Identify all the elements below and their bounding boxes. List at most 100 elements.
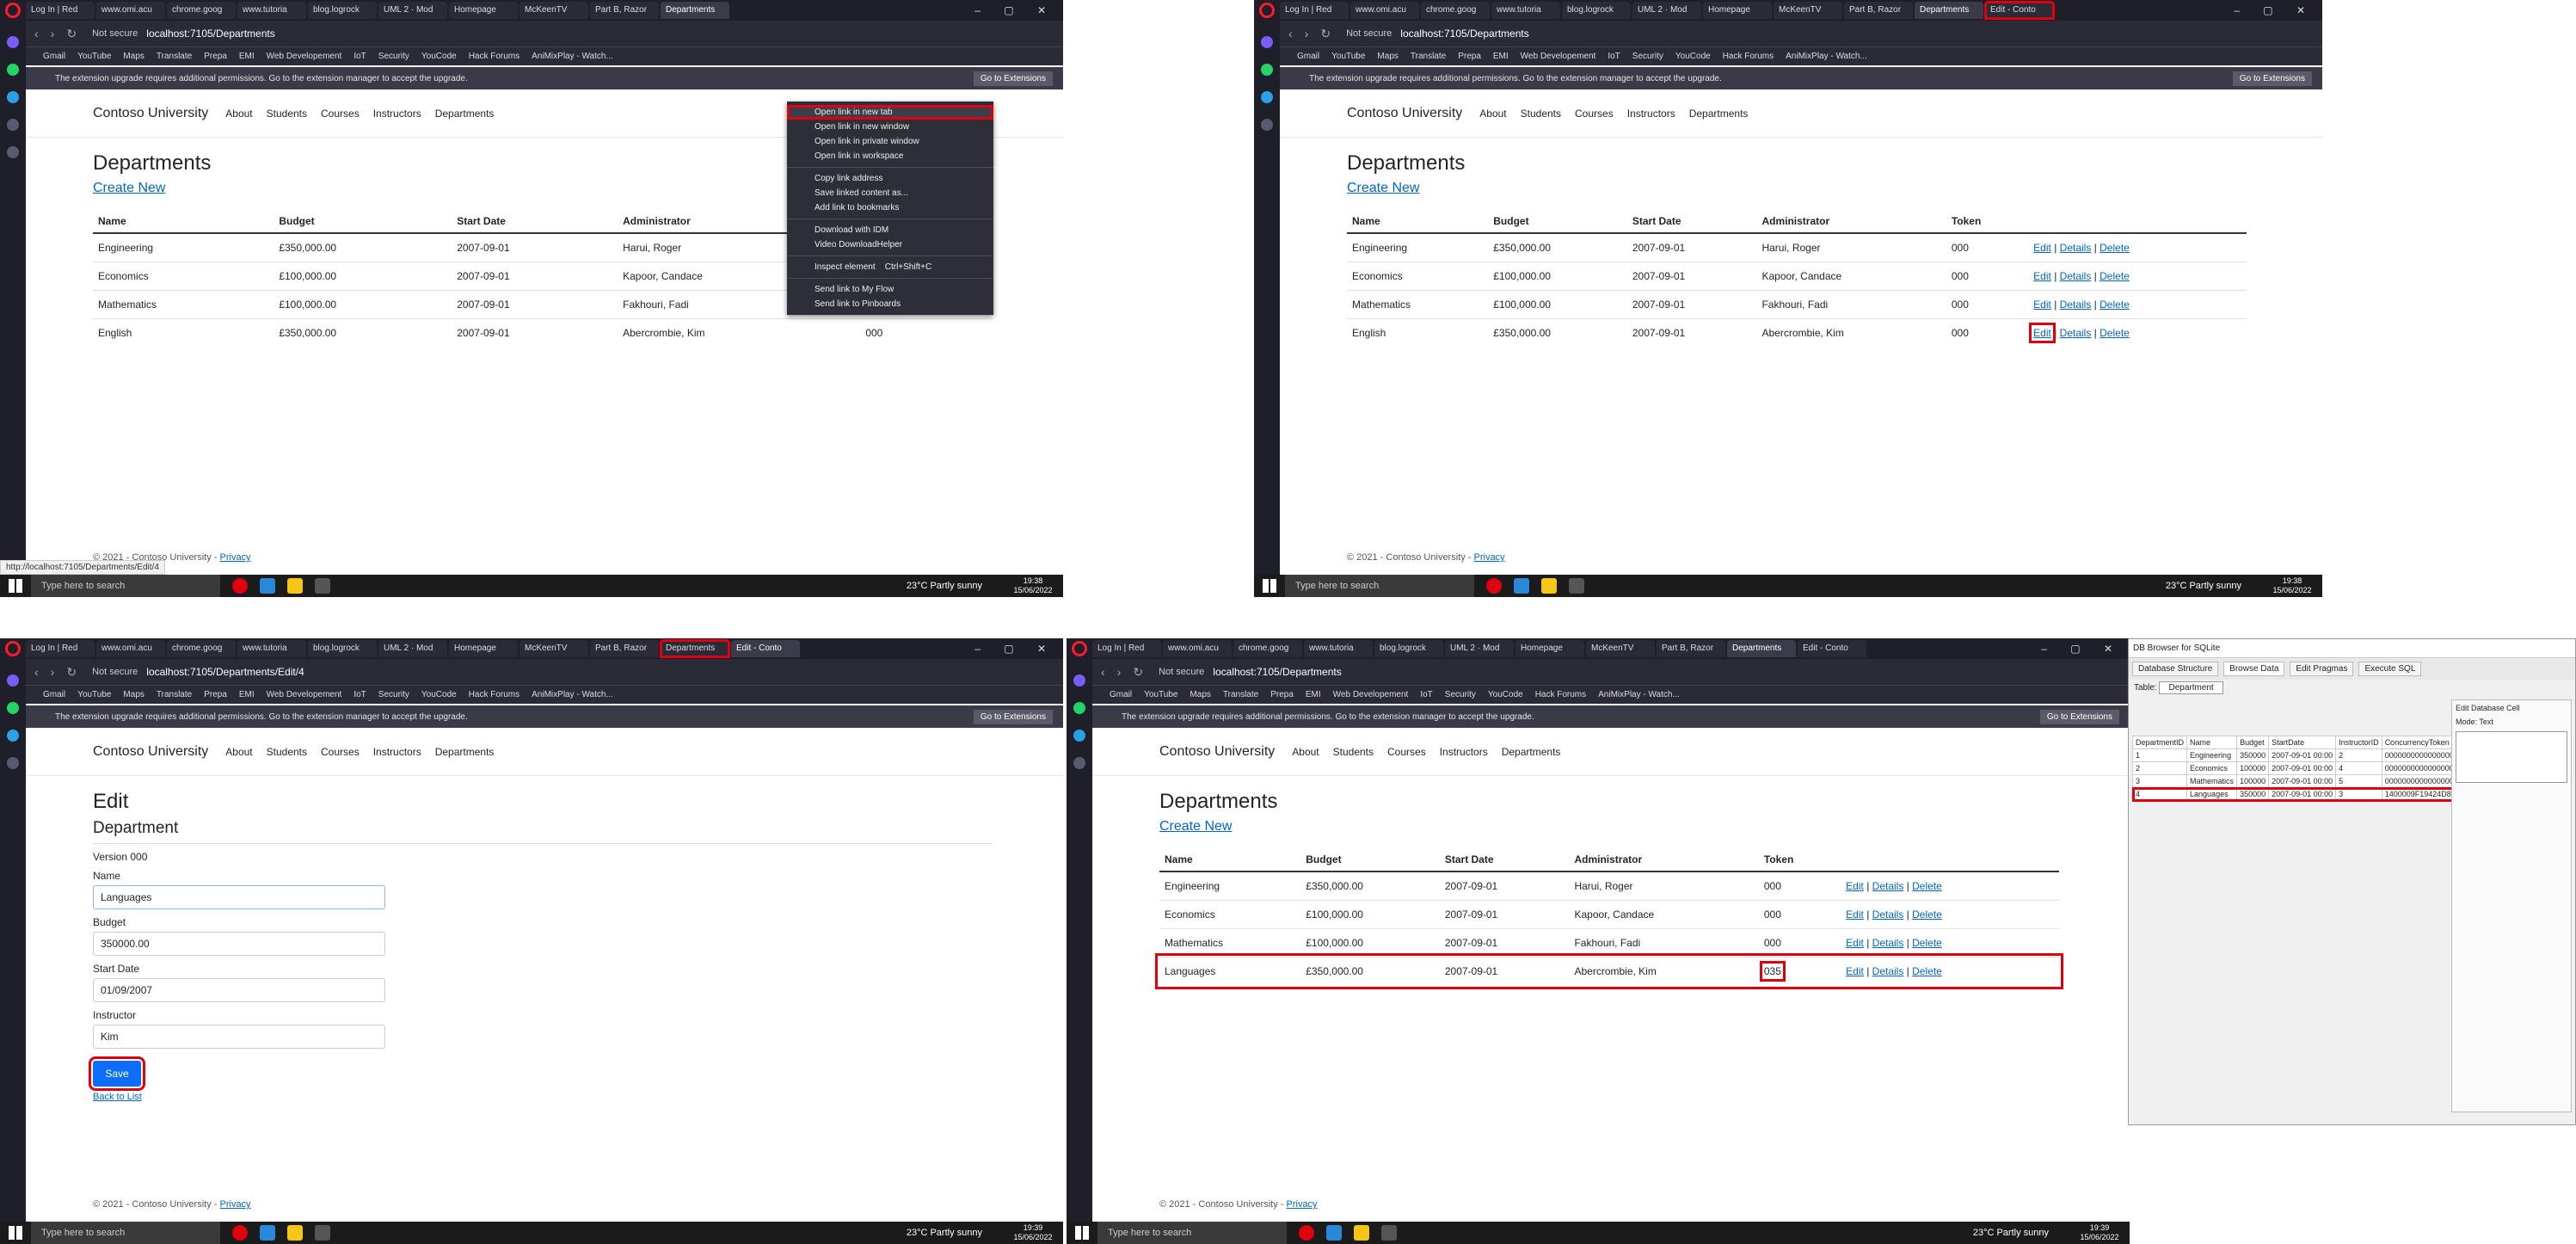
menu-download-idm[interactable]: Download with IDM [787,223,993,237]
bookmark-item[interactable]: Gmail [1110,690,1132,699]
menu-open-new-tab[interactable]: Open link in new tab [787,105,993,120]
address-bar[interactable]: ‹ › ↻ Not secure localhost:7105/Departme… [26,659,1063,685]
site-brand[interactable]: Contoso University [1347,106,1462,121]
nav-departments[interactable]: Departments [435,108,495,120]
taskbar-search[interactable]: Type here to search [31,1222,220,1244]
browser-tab[interactable]: www.omi.acu [1350,2,1419,19]
explorer-taskbar-icon[interactable] [287,1225,303,1241]
db-col[interactable]: Name [2186,736,2238,749]
menu-add-bookmark[interactable]: Add link to bookmarks [787,200,993,215]
bookmark-item[interactable]: AniMixPlay - Watch... [1786,52,1867,61]
details-link[interactable]: Details [1872,880,1904,892]
vscode-taskbar-icon[interactable] [1326,1225,1342,1241]
nav-students[interactable]: Students [267,108,307,120]
bookmark-item[interactable]: EMI [1306,690,1321,699]
nav-students[interactable]: Students [1521,108,1561,120]
browser-tab-edit[interactable]: Edit - Conto [1984,1,2055,20]
taskbar-search[interactable]: Type here to search [1097,1222,1287,1244]
bookmark-item[interactable]: EMI [239,690,255,699]
browser-tab[interactable]: www.tutoria [237,640,306,657]
bookmark-item[interactable]: Translate [1411,52,1446,61]
back-icon[interactable]: ‹ [1288,27,1293,40]
bookmark-item[interactable]: AniMixPlay - Watch... [532,52,613,61]
menu-send-flow[interactable]: Send link to My Flow [787,282,993,297]
opera-logo-icon[interactable] [1072,641,1087,656]
privacy-link[interactable]: Privacy [220,1199,251,1210]
browser-tab[interactable]: blog.logrock [1374,640,1443,657]
menu-open-workspace[interactable]: Open link in workspace [787,149,993,163]
nav-courses[interactable]: Courses [1387,746,1426,758]
delete-link[interactable]: Delete [1912,965,1942,977]
db-cell[interactable]: 2 [2335,748,2382,762]
browser-tab[interactable]: Homepage [449,640,518,657]
back-to-list-link[interactable]: Back to List [93,1092,142,1102]
site-brand[interactable]: Contoso University [93,106,208,121]
bookmark-item[interactable]: Hack Forums [1535,690,1586,699]
forward-icon[interactable]: › [51,27,55,40]
bookmark-item[interactable]: Maps [1377,52,1398,61]
nav-instructors[interactable]: Instructors [1440,746,1488,758]
browser-tab[interactable]: UML 2 · Mod [1632,2,1701,19]
tab-execute-sql[interactable]: Execute SQL [2358,662,2422,676]
db-cell[interactable]: 2007-09-01 00:00 [2268,787,2337,801]
edit-link[interactable]: Edit [2033,299,2051,311]
db-row-selected[interactable]: 4 Languages 350000 2007-09-01 00:00 3 1400009… [2131,786,2480,802]
nav-courses[interactable]: Courses [321,746,360,758]
url-text[interactable]: localhost:7105/Departments/Edit/4 [146,666,304,678]
instructor-select[interactable]: Kim [93,1025,385,1049]
bookmark-item[interactable]: IoT [1420,690,1432,699]
edit-link[interactable]: Edit [2033,270,2051,282]
app-taskbar-icon[interactable] [1569,578,1584,594]
opera-logo-icon[interactable] [5,3,21,18]
whatsapp-icon[interactable] [1073,702,1085,714]
bookmark-item[interactable]: Maps [123,690,144,699]
db-cell[interactable]: 2007-09-01 00:00 [2268,761,2337,775]
vscode-taskbar-icon[interactable] [260,578,275,594]
app-taskbar-icon[interactable] [315,1225,330,1241]
details-link[interactable]: Details [2060,299,2092,311]
browser-tab[interactable]: www.tutoria [1491,2,1560,19]
messenger-icon[interactable] [1073,674,1085,687]
cell-editor[interactable] [2456,731,2567,783]
db-col[interactable]: Budget [2236,736,2270,749]
whatsapp-icon[interactable] [7,64,19,76]
delete-link[interactable]: Delete [2100,242,2130,254]
nav-courses[interactable]: Courses [1575,108,1614,120]
browser-tab[interactable]: Homepage [1703,2,1772,19]
privacy-link[interactable]: Privacy [220,552,251,563]
details-link[interactable]: Details [1872,937,1904,949]
privacy-link[interactable]: Privacy [1287,1199,1318,1210]
bookmark-item[interactable]: IoT [354,52,366,61]
nav-departments[interactable]: Departments [1689,108,1749,120]
browser-tab[interactable]: www.omi.acu [96,640,165,657]
browser-tab[interactable]: www.tutoria [1304,640,1373,657]
browser-tab[interactable]: Log In | Red [26,640,95,657]
app-taskbar-icon[interactable] [1381,1225,1397,1241]
explorer-taskbar-icon[interactable] [287,578,303,594]
bookmark-item[interactable]: Translate [1223,690,1258,699]
weather-widget[interactable]: 23°C Partly sunny [907,1228,982,1238]
url-text[interactable]: localhost:7105/Departments [1213,666,1341,678]
bookmark-item[interactable]: Prepa [204,690,227,699]
bookmark-item[interactable]: Hack Forums [1723,52,1774,61]
bookmark-item[interactable]: IoT [354,690,366,699]
db-row[interactable]: 3 Mathematics 100000 2007-09-01 00:00 5 00000… [2131,774,2479,788]
db-row[interactable]: 2 Economics 100000 2007-09-01 00:00 4 0000000… [2131,761,2479,775]
browser-tab[interactable]: www.omi.acu [96,2,165,19]
edit-link-highlighted[interactable]: Edit [2029,323,2056,343]
nav-about[interactable]: About [225,108,252,120]
menu-inspect[interactable]: Inspect element Ctrl+Shift+C [787,260,993,274]
db-cell[interactable]: 1 [2131,748,2188,762]
menu-open-new-window[interactable]: Open link in new window [787,120,993,134]
browser-tab[interactable]: UML 2 · Mod [1445,640,1514,657]
address-bar[interactable]: ‹ › ↻ Not secure localhost:7105/Departme… [26,21,1063,46]
details-link[interactable]: Details [2060,327,2092,339]
db-cell[interactable]: 350000 [2236,787,2270,801]
bookmark-item[interactable]: Hack Forums [469,52,520,61]
opera-taskbar-icon[interactable] [232,578,248,594]
nav-departments[interactable]: Departments [1502,746,1561,758]
url-text[interactable]: localhost:7105/Departments [146,28,274,40]
reload-icon[interactable]: ↻ [1320,27,1331,41]
windows-start-icon[interactable] [9,1226,22,1240]
history-icon[interactable] [7,119,19,131]
